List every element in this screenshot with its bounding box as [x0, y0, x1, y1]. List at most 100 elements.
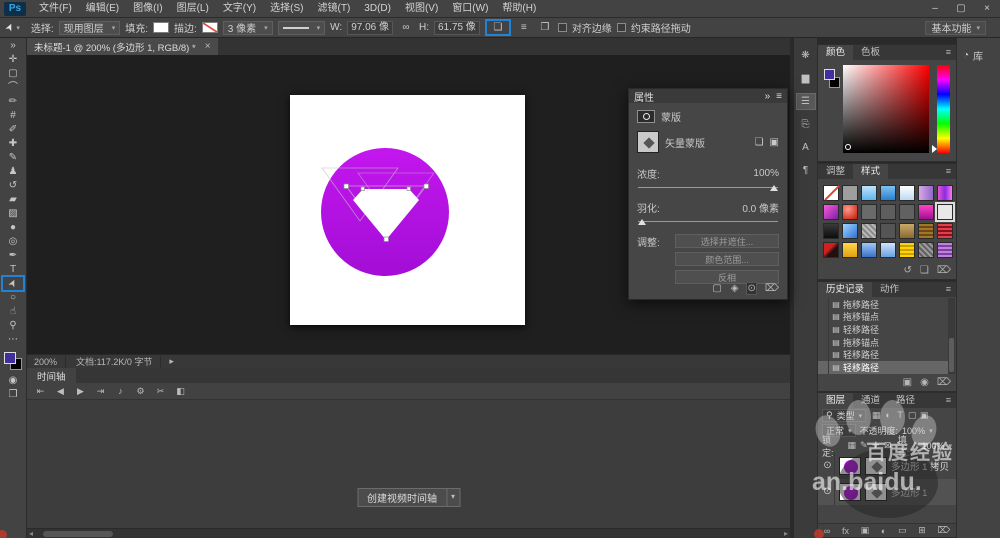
new-group-icon[interactable]: ▭: [898, 525, 907, 536]
constrain-path-checkbox[interactable]: [617, 23, 626, 32]
history-state-row[interactable]: ▤轻移路径: [818, 323, 949, 336]
apply-mask-icon[interactable]: ◈: [731, 283, 739, 294]
styles-panel-menu-icon[interactable]: ≡: [946, 164, 956, 179]
eraser-tool[interactable]: ▰: [3, 193, 23, 206]
layer-visibility-icon[interactable]: ⊙: [821, 479, 835, 505]
adjust-button-0[interactable]: 选择并遮住...: [675, 234, 779, 248]
style-swatch[interactable]: [899, 204, 915, 220]
style-swatch[interactable]: [918, 204, 934, 220]
style-swatch[interactable]: [918, 242, 934, 258]
filter-shape-layers-icon[interactable]: ▢: [906, 410, 918, 421]
filter-smart-objects-icon[interactable]: ▣: [918, 410, 930, 421]
tab-timeline[interactable]: 时间轴: [27, 368, 76, 383]
minimize-button[interactable]: –: [922, 0, 948, 18]
style-swatch[interactable]: [899, 223, 915, 239]
layer-row[interactable]: ⊙多边形 1: [818, 479, 956, 505]
link-dimensions-icon[interactable]: ∞: [398, 22, 414, 33]
audio-button[interactable]: ♪: [112, 386, 129, 396]
adjust-button-1[interactable]: 颜色范围...: [675, 252, 779, 266]
healing-brush-tool[interactable]: ✚: [3, 137, 23, 150]
style-swatch[interactable]: [918, 223, 934, 239]
path-arrangement-button[interactable]: ❐: [537, 22, 553, 33]
scrollbar-thumb[interactable]: [43, 531, 113, 537]
tab-color-1[interactable]: 色板: [853, 45, 888, 60]
style-swatch[interactable]: [842, 204, 858, 220]
lock-transparency-icon[interactable]: ▦: [846, 440, 858, 451]
style-swatch[interactable]: [823, 185, 839, 201]
layer-row[interactable]: ⊙多边形 1 拷贝: [818, 453, 956, 479]
menu-item[interactable]: 滤镜(T): [311, 0, 358, 18]
style-swatch[interactable]: [880, 242, 896, 258]
maximize-button[interactable]: ▢: [948, 0, 974, 18]
path-operations-button[interactable]: ❏: [490, 22, 506, 33]
new-layer-icon[interactable]: ⊞: [918, 525, 926, 536]
opacity-dropdown-icon[interactable]: ▾: [929, 427, 933, 435]
style-swatch[interactable]: [937, 223, 953, 239]
tab-styles-1[interactable]: 样式: [853, 164, 888, 179]
tab-history-0[interactable]: 历史记录: [818, 282, 872, 297]
add-mask-icon[interactable]: ▣: [861, 525, 870, 536]
adjust-button-2[interactable]: 反相: [675, 270, 779, 284]
width-field[interactable]: 97.06 像: [347, 21, 393, 35]
layer-thumbnail[interactable]: [839, 457, 861, 475]
stroke-swatch[interactable]: [202, 22, 218, 33]
color-panel-menu-icon[interactable]: ≡: [946, 45, 956, 60]
shape-tool[interactable]: ○: [3, 291, 23, 304]
menu-item[interactable]: 帮助(H): [495, 0, 543, 18]
lasso-tool[interactable]: ⌒: [3, 81, 23, 94]
play-button[interactable]: ▶: [72, 386, 89, 397]
layers-panel-menu-icon[interactable]: ≡: [946, 393, 956, 408]
menu-item[interactable]: 图像(I): [126, 0, 169, 18]
style-swatch[interactable]: [937, 242, 953, 258]
height-field[interactable]: 61.75 像: [434, 21, 480, 35]
style-swatch[interactable]: [880, 204, 896, 220]
delete-style-icon[interactable]: ⌦: [937, 265, 951, 276]
stroke-type-dropdown[interactable]: ▾: [278, 21, 326, 35]
filter-pixel-layers-icon[interactable]: ▦: [870, 410, 882, 421]
history-source-well[interactable]: [818, 311, 829, 324]
history-brush-tool[interactable]: ↺: [3, 179, 23, 192]
history-source-well[interactable]: [818, 361, 829, 374]
add-pixel-mask-icon[interactable]: ❏: [755, 137, 764, 148]
tab-color-0[interactable]: 颜色: [818, 45, 853, 60]
tab-layers-1[interactable]: 通道: [853, 393, 888, 408]
history-source-well[interactable]: [818, 336, 829, 349]
foreground-color-swatch[interactable]: [824, 69, 835, 80]
marquee-tool[interactable]: ▢: [3, 67, 23, 80]
fill-dropdown-icon[interactable]: ▾: [948, 442, 952, 450]
properties-panel-icon[interactable]: ☰: [797, 94, 815, 109]
first-frame-button[interactable]: ⇤: [32, 386, 49, 397]
foreground-color-swatch[interactable]: [4, 352, 16, 364]
type-tool[interactable]: T: [3, 263, 23, 276]
pen-tool[interactable]: ✒: [3, 249, 23, 262]
mask-visibility-icon[interactable]: ⊙: [747, 283, 755, 294]
lock-all-icon[interactable]: ⊠: [882, 440, 894, 451]
previous-frame-button[interactable]: ◀: [52, 386, 69, 397]
layer-fill-value[interactable]: 100%: [921, 441, 944, 451]
history-state-row[interactable]: ▤轻移路径: [818, 348, 949, 361]
tab-history-1[interactable]: 动作: [872, 282, 907, 297]
align-edges-checkbox[interactable]: [558, 23, 567, 32]
document-tab[interactable]: 未标题-1 @ 200% (多边形 1, RGB/8) * ×: [27, 38, 218, 55]
blur-tool[interactable]: ●: [3, 221, 23, 234]
history-state-row[interactable]: ▤轻移路径: [818, 361, 949, 374]
settings-button[interactable]: ⚙: [132, 386, 149, 397]
style-swatch[interactable]: [880, 185, 896, 201]
zoom-level-field[interactable]: 200%: [32, 356, 66, 368]
filter-adjustment-layers-icon[interactable]: ◐: [882, 410, 894, 421]
lock-pixels-icon[interactable]: ✎: [858, 440, 870, 451]
density-slider[interactable]: [638, 187, 778, 188]
menu-item[interactable]: 3D(D): [357, 0, 398, 18]
menu-item[interactable]: 选择(S): [263, 0, 310, 18]
fill-swatch[interactable]: [153, 22, 169, 33]
canvas-artboard[interactable]: [290, 95, 525, 325]
collapse-panel-icon[interactable]: »: [765, 91, 771, 102]
tab-layers-2[interactable]: 路径: [888, 393, 923, 408]
style-swatch[interactable]: [899, 185, 915, 201]
style-swatch[interactable]: [861, 242, 877, 258]
delete-layer-icon[interactable]: ⌦: [937, 525, 950, 536]
history-state-row[interactable]: ▤拖移锚点: [818, 311, 949, 324]
layer-thumbnail[interactable]: [839, 483, 861, 501]
load-selection-icon[interactable]: ▢: [712, 283, 721, 294]
menu-item[interactable]: 文字(Y): [216, 0, 263, 18]
